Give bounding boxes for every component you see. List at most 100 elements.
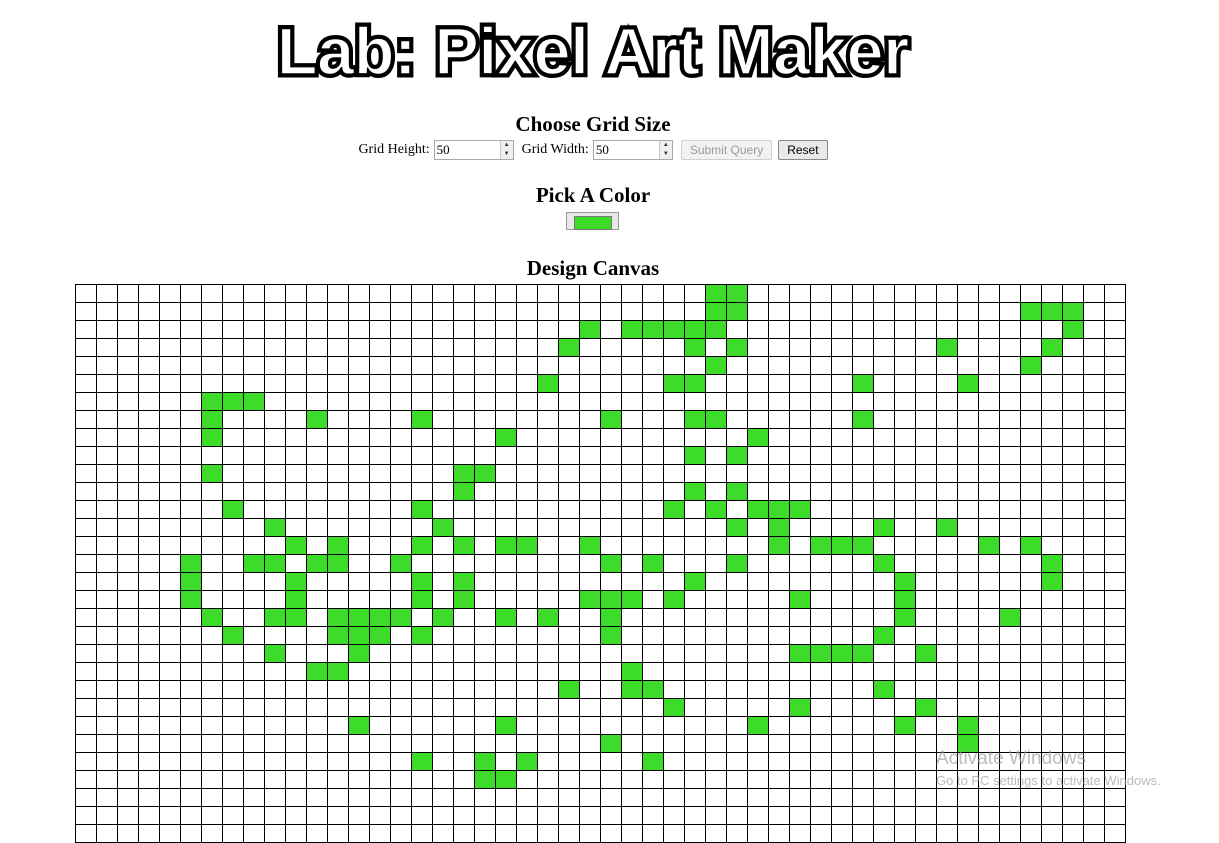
canvas-cell[interactable] bbox=[936, 680, 958, 699]
canvas-cell[interactable] bbox=[117, 356, 139, 375]
canvas-cell[interactable] bbox=[747, 752, 769, 771]
canvas-cell[interactable] bbox=[642, 626, 664, 645]
canvas-cell[interactable] bbox=[369, 302, 391, 321]
canvas-cell[interactable] bbox=[579, 734, 601, 753]
canvas-cell[interactable] bbox=[306, 536, 328, 555]
canvas-cell[interactable] bbox=[621, 302, 643, 321]
canvas-cell[interactable] bbox=[852, 320, 874, 339]
canvas-cell[interactable] bbox=[285, 734, 307, 753]
canvas-cell[interactable] bbox=[999, 770, 1021, 789]
canvas-cell[interactable] bbox=[348, 338, 370, 357]
canvas-cell[interactable] bbox=[852, 608, 874, 627]
canvas-cell[interactable] bbox=[726, 752, 748, 771]
canvas-cell[interactable] bbox=[558, 698, 580, 717]
canvas-cell[interactable] bbox=[768, 734, 790, 753]
canvas-cell[interactable] bbox=[852, 770, 874, 789]
canvas-cell[interactable] bbox=[201, 644, 223, 663]
canvas-cell[interactable] bbox=[516, 770, 538, 789]
canvas-cell[interactable] bbox=[201, 590, 223, 609]
canvas-cell[interactable] bbox=[180, 572, 202, 591]
canvas-cell[interactable] bbox=[894, 392, 916, 411]
canvas-cell[interactable] bbox=[96, 716, 118, 735]
canvas-cell[interactable] bbox=[810, 770, 832, 789]
canvas-cell[interactable] bbox=[117, 500, 139, 519]
canvas-cell[interactable] bbox=[600, 536, 622, 555]
canvas-cell[interactable] bbox=[600, 626, 622, 645]
canvas-cell[interactable] bbox=[915, 500, 937, 519]
canvas-cell[interactable] bbox=[96, 698, 118, 717]
canvas-cell[interactable] bbox=[117, 644, 139, 663]
canvas-cell[interactable] bbox=[768, 284, 790, 303]
canvas-cell[interactable] bbox=[432, 590, 454, 609]
canvas-cell[interactable] bbox=[621, 392, 643, 411]
canvas-cell[interactable] bbox=[957, 338, 979, 357]
canvas-cell[interactable] bbox=[1041, 302, 1063, 321]
canvas-cell[interactable] bbox=[558, 338, 580, 357]
canvas-cell[interactable] bbox=[495, 734, 517, 753]
canvas-cell[interactable] bbox=[222, 572, 244, 591]
canvas-cell[interactable] bbox=[873, 698, 895, 717]
canvas-cell[interactable] bbox=[726, 716, 748, 735]
canvas-cell[interactable] bbox=[474, 716, 496, 735]
canvas-cell[interactable] bbox=[201, 374, 223, 393]
canvas-cell[interactable] bbox=[243, 428, 265, 447]
canvas-cell[interactable] bbox=[327, 482, 349, 501]
canvas-cell[interactable] bbox=[411, 356, 433, 375]
canvas-cell[interactable] bbox=[1083, 644, 1105, 663]
canvas-cell[interactable] bbox=[768, 590, 790, 609]
canvas-cell[interactable] bbox=[684, 464, 706, 483]
canvas-cell[interactable] bbox=[306, 284, 328, 303]
canvas-cell[interactable] bbox=[222, 626, 244, 645]
canvas-cell[interactable] bbox=[789, 716, 811, 735]
canvas-cell[interactable] bbox=[453, 410, 475, 429]
canvas-cell[interactable] bbox=[1083, 680, 1105, 699]
canvas-cell[interactable] bbox=[747, 428, 769, 447]
canvas-cell[interactable] bbox=[747, 626, 769, 645]
canvas-cell[interactable] bbox=[600, 716, 622, 735]
canvas-cell[interactable] bbox=[999, 788, 1021, 807]
canvas-cell[interactable] bbox=[1104, 338, 1126, 357]
canvas-cell[interactable] bbox=[873, 572, 895, 591]
canvas-cell[interactable] bbox=[1020, 752, 1042, 771]
canvas-cell[interactable] bbox=[75, 482, 97, 501]
canvas-cell[interactable] bbox=[306, 662, 328, 681]
canvas-cell[interactable] bbox=[684, 590, 706, 609]
canvas-cell[interactable] bbox=[138, 788, 160, 807]
canvas-cell[interactable] bbox=[999, 302, 1021, 321]
canvas-cell[interactable] bbox=[1041, 482, 1063, 501]
canvas-cell[interactable] bbox=[222, 320, 244, 339]
canvas-cell[interactable] bbox=[264, 572, 286, 591]
canvas-cell[interactable] bbox=[537, 482, 559, 501]
canvas-cell[interactable] bbox=[768, 446, 790, 465]
canvas-cell[interactable] bbox=[873, 662, 895, 681]
canvas-cell[interactable] bbox=[180, 788, 202, 807]
canvas-cell[interactable] bbox=[726, 590, 748, 609]
canvas-cell[interactable] bbox=[978, 608, 1000, 627]
canvas-cell[interactable] bbox=[894, 284, 916, 303]
canvas-cell[interactable] bbox=[894, 770, 916, 789]
canvas-cell[interactable] bbox=[96, 752, 118, 771]
canvas-cell[interactable] bbox=[243, 644, 265, 663]
canvas-cell[interactable] bbox=[915, 716, 937, 735]
canvas-cell[interactable] bbox=[327, 698, 349, 717]
canvas-cell[interactable] bbox=[411, 482, 433, 501]
canvas-cell[interactable] bbox=[558, 806, 580, 825]
canvas-cell[interactable] bbox=[936, 410, 958, 429]
canvas-cell[interactable] bbox=[705, 590, 727, 609]
canvas-cell[interactable] bbox=[978, 356, 1000, 375]
canvas-cell[interactable] bbox=[537, 446, 559, 465]
canvas-cell[interactable] bbox=[831, 572, 853, 591]
canvas-cell[interactable] bbox=[726, 572, 748, 591]
grid-height-spinner[interactable]: ▲ ▼ bbox=[499, 141, 513, 159]
canvas-cell[interactable] bbox=[348, 572, 370, 591]
canvas-cell[interactable] bbox=[411, 374, 433, 393]
canvas-cell[interactable] bbox=[600, 554, 622, 573]
canvas-cell[interactable] bbox=[201, 446, 223, 465]
canvas-cell[interactable] bbox=[642, 446, 664, 465]
canvas-cell[interactable] bbox=[873, 356, 895, 375]
canvas-cell[interactable] bbox=[789, 806, 811, 825]
canvas-cell[interactable] bbox=[810, 788, 832, 807]
canvas-cell[interactable] bbox=[726, 338, 748, 357]
canvas-cell[interactable] bbox=[180, 554, 202, 573]
canvas-cell[interactable] bbox=[306, 464, 328, 483]
